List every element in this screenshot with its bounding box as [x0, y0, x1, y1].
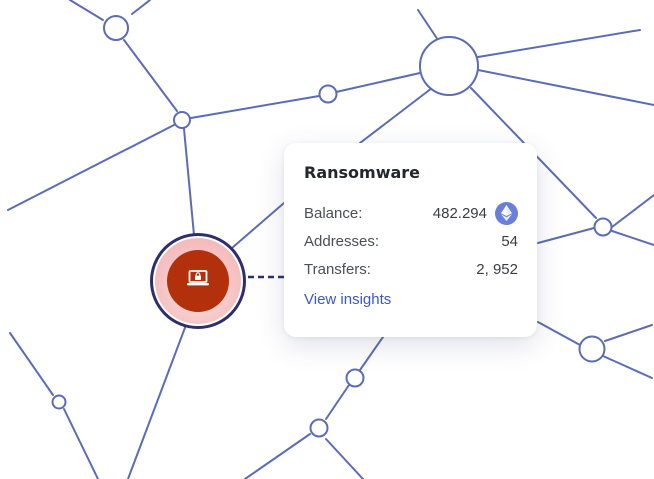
balance-value-wrap: 482.294	[432, 201, 518, 225]
graph-edge	[69, 0, 104, 21]
info-card: Ransomware Balance: 482.294 Addresses: 5…	[284, 143, 537, 337]
graph-edge	[611, 230, 654, 246]
graph-edge	[325, 438, 364, 479]
graph-node	[593, 217, 613, 237]
graph-node	[419, 36, 479, 96]
transfers-value: 2, 952	[476, 260, 518, 278]
addresses-label: Addresses:	[304, 232, 380, 250]
graph-edge	[190, 95, 320, 119]
graph-node	[578, 335, 606, 363]
graph-edge	[127, 324, 187, 479]
graph-node	[51, 394, 67, 410]
graph-edge	[183, 128, 195, 236]
graph-edge	[477, 69, 654, 106]
balance-label: Balance:	[304, 204, 363, 222]
addresses-value: 54	[501, 232, 518, 250]
graph-edge	[604, 324, 653, 342]
graph-edge	[9, 332, 54, 396]
ethereum-icon	[495, 201, 518, 225]
graph-edge	[63, 408, 99, 479]
graph-edge	[611, 194, 654, 228]
graph-edge	[131, 0, 151, 15]
ransomware-node[interactable]	[150, 233, 246, 329]
graph-node	[309, 418, 329, 438]
node-core	[167, 250, 229, 312]
graph-edge	[7, 124, 175, 211]
graph-edge	[537, 321, 581, 346]
graph-edge	[537, 227, 595, 244]
graph-edge	[359, 87, 433, 144]
addresses-row: Addresses: 54	[304, 227, 518, 255]
graph-edge	[602, 355, 653, 379]
graph-node	[173, 111, 191, 129]
transfers-row: Transfers: 2, 952	[304, 255, 518, 283]
card-title: Ransomware	[304, 163, 421, 182]
graph-edge	[477, 29, 641, 58]
balance-row: Balance: 482.294	[304, 199, 518, 227]
graph-edge	[417, 9, 439, 41]
balance-value: 482.294	[432, 204, 487, 222]
graph-node	[345, 368, 365, 388]
graph-edge	[325, 384, 350, 420]
graph-edge	[359, 336, 384, 371]
transfers-label: Transfers:	[304, 260, 371, 278]
view-insights-link[interactable]: View insights	[304, 291, 391, 308]
laptop-lock-icon	[187, 270, 209, 292]
graph-node	[318, 84, 338, 104]
graph-edge	[123, 39, 178, 112]
graph-edge	[335, 72, 421, 93]
graph-edge	[244, 433, 311, 479]
graph-node	[103, 15, 129, 41]
